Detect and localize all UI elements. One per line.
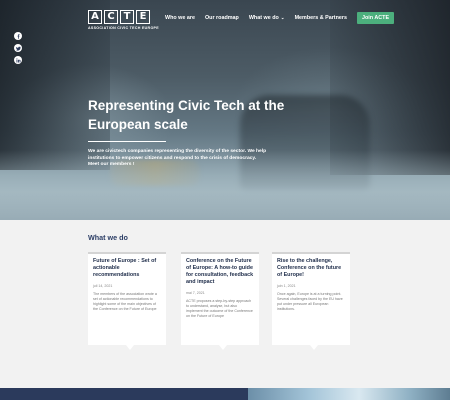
card-title[interactable]: Conference on the Future of Europe: A ho… bbox=[186, 258, 254, 286]
card-pointer bbox=[310, 345, 318, 350]
card-body: Conference on the Future of Europe: A ho… bbox=[181, 252, 259, 345]
section-title: What we do bbox=[88, 233, 128, 242]
logo-letters: A C T E bbox=[88, 10, 152, 24]
card-pointer bbox=[126, 345, 134, 350]
card-excerpt: ACTE proposes a step-by-step approach to… bbox=[186, 299, 253, 318]
twitter-icon[interactable] bbox=[14, 44, 22, 52]
nav-label: Our roadmap bbox=[204, 15, 239, 21]
chevron-down-icon: ⌄ bbox=[280, 15, 285, 20]
nav-label: What we do bbox=[248, 15, 279, 21]
article-card[interactable]: Future of Europe : Set of actionable rec… bbox=[88, 252, 166, 350]
footer-section-dark bbox=[0, 388, 248, 400]
logo-letter: A bbox=[88, 10, 102, 24]
hero-title: Representing Civic Tech at the European … bbox=[88, 98, 285, 132]
nav-what-we-do[interactable]: What we do ⌄ bbox=[249, 15, 285, 21]
card-date: juin 1, 2021 bbox=[277, 284, 296, 288]
card-date: mai 7, 2021 bbox=[186, 291, 205, 295]
card-excerpt: Once again, Europe is at a turning point… bbox=[277, 292, 343, 311]
site-header: A C T E ASSOCIATION CIVIC TECH EUROPE Wh… bbox=[0, 0, 450, 40]
nav-label: Who we are bbox=[165, 15, 195, 21]
card-title[interactable]: Rise to the challenge, Conference on the… bbox=[277, 258, 345, 279]
card-body: Future of Europe : Set of actionable rec… bbox=[88, 252, 166, 345]
logo-letter: T bbox=[120, 10, 134, 24]
logo-letter: C bbox=[104, 10, 118, 24]
logo-letter: E bbox=[136, 10, 150, 24]
card-excerpt: The members of the association wrote a s… bbox=[93, 292, 157, 311]
card-pointer bbox=[219, 345, 227, 350]
join-acte-button[interactable]: Join ACTE bbox=[357, 12, 395, 24]
article-card[interactable]: Rise to the challenge, Conference on the… bbox=[272, 252, 350, 350]
linkedin-icon[interactable] bbox=[14, 56, 22, 64]
nav-members-partners[interactable]: Members & Partners bbox=[295, 15, 347, 21]
card-date: juil 14, 2021 bbox=[93, 284, 113, 288]
hero-divider bbox=[88, 141, 166, 142]
logo-subtitle: ASSOCIATION CIVIC TECH EUROPE bbox=[88, 26, 159, 30]
card-title[interactable]: Future of Europe : Set of actionable rec… bbox=[93, 258, 161, 279]
nav-roadmap[interactable]: Our roadmap bbox=[205, 15, 239, 21]
card-body: Rise to the challenge, Conference on the… bbox=[272, 252, 350, 345]
article-card[interactable]: Conference on the Future of Europe: A ho… bbox=[181, 252, 259, 350]
social-links bbox=[14, 32, 22, 64]
facebook-icon[interactable] bbox=[14, 32, 22, 40]
hero-description: We are civictech companies representing … bbox=[88, 149, 267, 167]
acte-logo[interactable]: A C T E ASSOCIATION CIVIC TECH EUROPE bbox=[88, 10, 159, 30]
nav-label: Members & Partners bbox=[294, 15, 347, 21]
main-nav: Who we are Our roadmap What we do ⌄ Memb… bbox=[165, 12, 395, 24]
footer-section-photo bbox=[248, 388, 450, 400]
nav-who-we-are[interactable]: Who we are bbox=[165, 15, 195, 21]
